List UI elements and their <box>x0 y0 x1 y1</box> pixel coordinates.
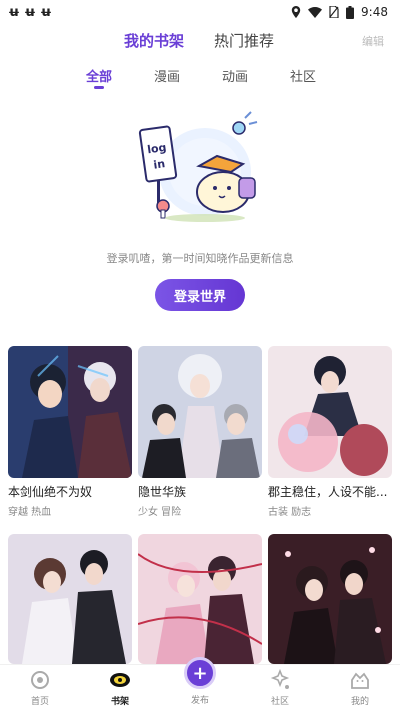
nav-home[interactable]: 首页 <box>10 668 70 707</box>
tab-my-bookshelf[interactable]: 我的书架 <box>124 30 184 51</box>
nav-label: 首页 <box>30 697 49 707</box>
status-system: 9:48 <box>291 5 388 19</box>
nav-bookshelf[interactable]: 书架 <box>90 668 150 707</box>
active-tab-indicator <box>94 86 104 89</box>
login-mascot-illustration: log in <box>138 111 258 222</box>
home-icon <box>31 671 49 689</box>
comic-card[interactable] <box>138 534 262 664</box>
app-notification-icon: ʉ <box>23 4 36 20</box>
comic-cover[interactable] <box>268 534 392 664</box>
status-bar: ʉ ʉ ʉ 9:48 <box>0 0 400 24</box>
comic-cover[interactable] <box>268 346 392 478</box>
app-notification-icon: ʉ <box>39 4 52 20</box>
profile-icon <box>351 672 369 689</box>
wifi-icon <box>308 6 323 18</box>
publish-plus-icon[interactable]: + <box>184 657 216 689</box>
cover-image <box>268 534 392 664</box>
login-hint-text: 登录叽喳，第一时间知晓作品更新信息 <box>106 252 294 265</box>
location-icon <box>291 6 301 18</box>
cover-image <box>268 346 392 478</box>
comic-cover[interactable] <box>8 346 132 478</box>
tab-hot-recommend[interactable]: 热门推荐 <box>214 30 274 51</box>
comic-card[interactable]: 郡主稳住，人设不能... 古装 励志 <box>268 346 392 518</box>
comic-cover[interactable] <box>8 534 132 664</box>
svg-text:in: in <box>153 157 166 171</box>
subtab-community[interactable]: 社区 <box>290 66 316 85</box>
nav-label: 社区 <box>270 697 289 707</box>
cover-image <box>8 346 132 478</box>
nav-profile[interactable]: 我的 <box>330 668 390 707</box>
nav-label: 书架 <box>110 697 129 707</box>
comic-tags: 古装 励志 <box>268 507 312 518</box>
comic-card[interactable]: 隐世华族 少女 冒险 <box>138 346 262 518</box>
subtab-comics[interactable]: 漫画 <box>154 66 180 85</box>
battery-icon <box>346 5 355 19</box>
sign-text: log <box>146 141 167 157</box>
comic-card[interactable]: 本剑仙绝不为奴 穿越 热血 <box>8 346 132 518</box>
comic-title[interactable]: 隐世华族 <box>138 483 262 500</box>
comic-title[interactable]: 本剑仙绝不为奴 <box>8 483 132 500</box>
top-tabs: 我的书架 热门推荐 <box>0 30 400 52</box>
comic-cover[interactable] <box>138 534 262 664</box>
comic-cover[interactable] <box>138 346 262 478</box>
subtab-all[interactable]: 全部 <box>86 66 112 85</box>
status-notifications: ʉ ʉ ʉ <box>8 5 52 20</box>
nav-label: 我的 <box>350 697 369 707</box>
bookshelf-icon <box>110 673 130 687</box>
no-sim-icon <box>329 6 339 18</box>
cover-image <box>138 534 262 664</box>
comic-title[interactable]: 郡主稳住，人设不能... <box>268 483 392 500</box>
app-notification-icon: ʉ <box>8 4 20 20</box>
comic-card[interactable] <box>8 534 132 664</box>
login-button[interactable]: 登录世界 <box>155 279 245 311</box>
nav-community[interactable]: 社区 <box>250 668 310 707</box>
comic-tags: 穿越 热血 <box>8 507 52 518</box>
cover-image <box>138 346 262 478</box>
community-icon <box>270 668 290 689</box>
subtab-animation[interactable]: 动画 <box>222 66 248 85</box>
nav-label[interactable]: 发布 <box>170 693 230 706</box>
comic-card[interactable] <box>268 534 392 664</box>
bottom-nav: 首页 书架 + 发布 社区 我的 <box>0 657 400 710</box>
edit-button[interactable]: 编辑 <box>362 33 384 49</box>
status-time: 9:48 <box>361 5 388 19</box>
cover-image <box>8 534 132 664</box>
comic-tags: 少女 冒险 <box>138 507 182 518</box>
sub-tabs: 全部 漫画 动画 社区 <box>0 66 400 92</box>
